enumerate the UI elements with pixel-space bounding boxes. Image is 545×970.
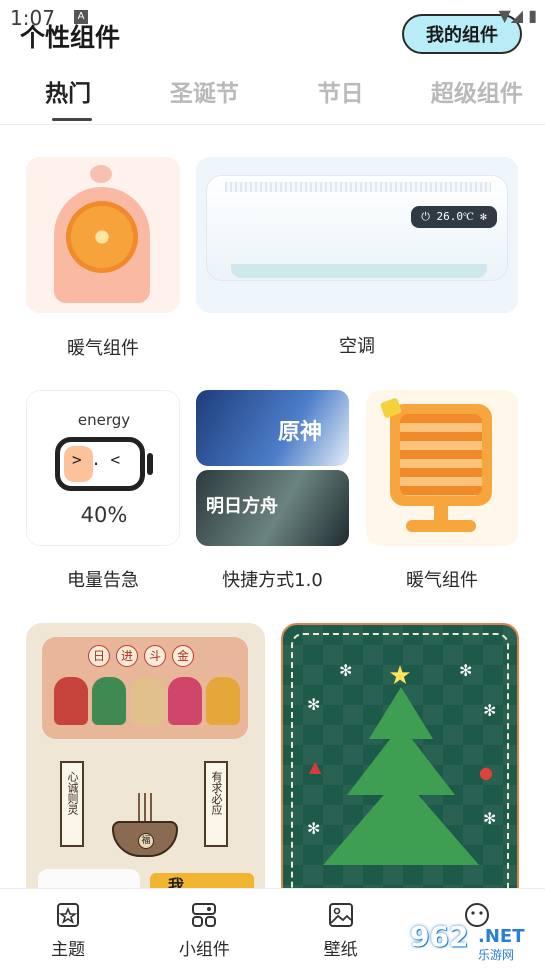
status-icons: ▼◢ ▮ — [498, 6, 538, 25]
widget-heater-label: 暖气组件 — [67, 338, 139, 359]
widget-heater2-card[interactable] — [366, 390, 518, 546]
status-time: 1:07 — [10, 6, 55, 30]
ac-grill — [225, 182, 491, 192]
tab-christmas[interactable]: 圣诞节 — [136, 72, 272, 122]
nav-widgets[interactable]: 小组件 — [136, 889, 272, 970]
widgets-icon — [192, 903, 217, 927]
widget-shortcut-label: 快捷方式1.0 — [222, 570, 323, 591]
fortune-char: 进 — [116, 645, 138, 667]
incense-stick — [150, 793, 152, 823]
battery-icon: > . < — [55, 437, 145, 491]
game-title-arknights: 明日方舟 — [206, 496, 278, 517]
active-tab-indicator — [52, 118, 92, 121]
widget-christmas-tree-card[interactable]: ★ ✻ ✻ ✻ ✻ ✻ ✻ ● ▲ — [281, 623, 519, 893]
watermark-number: 962 — [410, 920, 469, 953]
god-figure — [168, 677, 202, 725]
ac-display: ⏻ 26.0℃ ✻ — [411, 206, 497, 228]
god-figure — [206, 677, 240, 725]
tab-festival[interactable]: 节日 — [273, 72, 409, 122]
ac-vent — [231, 264, 487, 278]
site-watermark-logo: 962 .NET 乐游网 — [410, 920, 542, 966]
santa-hat-icon: ▲ — [309, 757, 322, 776]
censer-char: 福 — [138, 833, 154, 849]
shortcut-arknights-tile[interactable]: 明日方舟 — [196, 470, 349, 546]
tree-tier-bottom — [323, 775, 479, 865]
widget-fortune-card[interactable]: 日 进 斗 金 心诚则灵 有求必应 福 我 — [26, 623, 265, 893]
incense-stick — [138, 793, 140, 823]
ac-illustration: ⏻ 26.0℃ ✻ — [206, 175, 508, 281]
snowflake-icon: ✻ — [307, 695, 321, 714]
heater2-illustration — [390, 404, 492, 506]
nav-wallpapers[interactable]: 壁纸 — [273, 889, 409, 970]
scroll-right-text: 有求必应 — [210, 771, 223, 815]
fortune-char: 斗 — [144, 645, 166, 667]
game-title-genshin: 原神 — [278, 419, 323, 445]
battery-cap — [147, 453, 153, 475]
incense-stick — [144, 793, 146, 823]
apple-icon: ● — [479, 763, 493, 782]
widget-battery-label: 电量告急 — [67, 570, 139, 591]
nav-wallpapers-label: 壁纸 — [323, 940, 358, 960]
image-icon — [328, 903, 353, 927]
nav-themes[interactable]: 主题 — [0, 889, 136, 970]
widget-ac-label: 空调 — [339, 336, 375, 357]
snowflake-icon: ✻ — [483, 809, 497, 828]
fortune-char: 金 — [172, 645, 194, 667]
battery-face: > . < — [72, 450, 121, 469]
god-figure — [54, 677, 88, 725]
incense-burner-icon: 福 — [112, 821, 178, 857]
shortcut-genshin-tile[interactable]: 原神 — [196, 390, 349, 466]
battery-percent: 40% — [80, 503, 128, 527]
heater2-base — [406, 520, 476, 532]
nav-themes-label: 主题 — [51, 940, 86, 960]
scroll-left-text: 心诚则灵 — [66, 771, 79, 815]
star-frame-icon — [57, 903, 80, 927]
category-tabs: 热门 圣诞节 节日 超级组件 — [0, 72, 545, 122]
tabs-divider — [0, 124, 545, 125]
pig-ornament-icon — [90, 165, 112, 183]
fortune-gods — [54, 677, 240, 725]
watermark-sub: 乐游网 — [478, 948, 515, 962]
heater2-coils — [400, 414, 482, 496]
notification-a-icon: A — [74, 10, 88, 24]
tab-hot[interactable]: 热门 — [0, 72, 136, 122]
energy-text: energy — [77, 411, 131, 429]
tree-star-icon: ★ — [388, 661, 412, 691]
widget-ac-card[interactable]: ⏻ 26.0℃ ✻ — [196, 157, 518, 313]
snowflake-icon: ✻ — [339, 661, 353, 680]
fortune-chars: 日 进 斗 金 — [88, 645, 194, 667]
nav-widgets-label: 小组件 — [178, 940, 230, 960]
snowflake-icon: ✻ — [483, 701, 497, 720]
tab-super-widgets[interactable]: 超级组件 — [409, 72, 545, 122]
heater-glow — [66, 201, 138, 273]
heater-illustration — [54, 187, 150, 303]
god-figure — [130, 677, 164, 725]
scroll-left: 心诚则灵 — [60, 761, 84, 847]
snowflake-icon: ✻ — [459, 661, 473, 680]
god-figure — [92, 677, 126, 725]
widget-heater2-label: 暖气组件 — [406, 570, 478, 591]
widget-battery-card[interactable]: energy > . < 40% — [26, 390, 180, 546]
widget-heater-card[interactable] — [26, 157, 180, 313]
snowflake-icon: ✻ — [307, 819, 321, 838]
scroll-right: 有求必应 — [204, 761, 228, 847]
fortune-char: 日 — [88, 645, 110, 667]
fortune-panel: 日 进 斗 金 — [42, 637, 248, 739]
watermark-net: .NET — [478, 926, 525, 947]
